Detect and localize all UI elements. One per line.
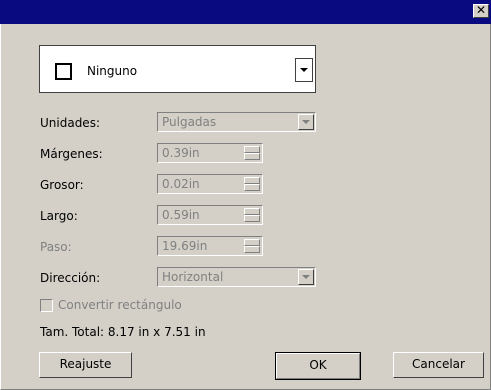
units-select[interactable]: Pulgadas <box>157 112 316 132</box>
empty-square-swatch-icon <box>55 63 72 80</box>
margins-value: 0.39in <box>162 146 200 160</box>
style-combo[interactable]: Ninguno <box>39 45 316 93</box>
direction-dropdown-button[interactable] <box>298 269 314 285</box>
spin-down-button[interactable] <box>244 215 260 222</box>
thickness-value: 0.02in <box>162 177 200 191</box>
chevron-down-icon <box>302 120 310 124</box>
units-label: Unidades: <box>40 116 100 130</box>
ok-button[interactable]: OK <box>275 352 361 380</box>
step-spinbox[interactable]: 19.69in <box>157 236 263 256</box>
reset-button-label: Reajuste <box>59 357 112 371</box>
cancel-button-label: Cancelar <box>412 357 465 371</box>
spin-down-button[interactable] <box>244 184 260 191</box>
chevron-down-icon <box>300 68 308 72</box>
step-label: Paso: <box>40 240 72 254</box>
direction-value: Horizontal <box>162 270 224 284</box>
spin-down-button[interactable] <box>244 153 260 160</box>
spin-up-button[interactable] <box>244 239 260 246</box>
title-bar[interactable]: ✕ <box>0 0 491 24</box>
spin-up-button[interactable] <box>244 177 260 184</box>
convert-rectangle-label: Convertir rectángulo <box>58 298 182 312</box>
spin-up-button[interactable] <box>244 208 260 215</box>
margins-spinbox[interactable]: 0.39in <box>157 143 263 163</box>
close-icon: ✕ <box>475 3 487 17</box>
margins-label: Márgenes: <box>40 147 103 161</box>
units-dropdown-button[interactable] <box>298 114 314 130</box>
spin-up-button[interactable] <box>244 146 260 153</box>
units-value: Pulgadas <box>162 115 217 129</box>
close-button[interactable]: ✕ <box>473 4 489 18</box>
style-combo-dropdown-button[interactable] <box>295 58 313 82</box>
thickness-spinner[interactable] <box>244 177 260 191</box>
step-spinner[interactable] <box>244 239 260 253</box>
spin-down-button[interactable] <box>244 246 260 253</box>
length-label: Largo: <box>40 209 78 223</box>
step-value: 19.69in <box>162 239 208 253</box>
reset-button[interactable]: Reajuste <box>39 352 132 378</box>
convert-rectangle-checkbox[interactable] <box>40 299 53 312</box>
style-combo-value: Ninguno <box>87 64 138 78</box>
ok-button-label: OK <box>309 358 327 372</box>
direction-select[interactable]: Horizontal <box>157 267 316 287</box>
cancel-button[interactable]: Cancelar <box>393 352 484 378</box>
thickness-label: Grosor: <box>40 178 84 192</box>
length-spinner[interactable] <box>244 208 260 222</box>
total-size-text: Tam. Total: 8.17 in x 7.51 in <box>40 325 206 339</box>
direction-label: Dirección: <box>40 271 101 285</box>
length-spinbox[interactable]: 0.59in <box>157 205 263 225</box>
thickness-spinbox[interactable]: 0.02in <box>157 174 263 194</box>
length-value: 0.59in <box>162 208 200 222</box>
margins-spinner[interactable] <box>244 146 260 160</box>
chevron-down-icon <box>302 275 310 279</box>
